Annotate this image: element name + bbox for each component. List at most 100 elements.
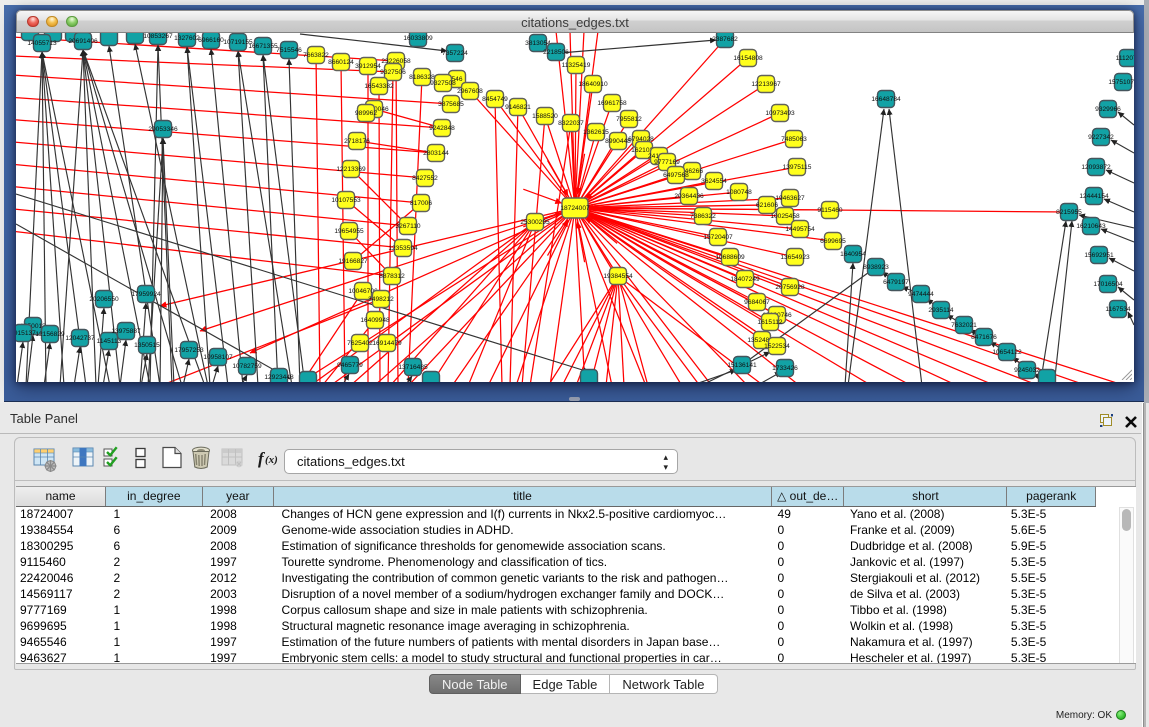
svg-text:7357224: 7357224	[442, 50, 468, 57]
svg-text:8454749: 8454749	[482, 96, 508, 103]
svg-text:10782759: 10782759	[232, 363, 262, 370]
svg-text:15720407: 15720407	[703, 234, 733, 241]
svg-text:18407249: 18407249	[730, 276, 760, 283]
svg-text:1615112: 1615112	[757, 319, 783, 326]
svg-text:13654923: 13654923	[780, 254, 810, 261]
svg-text:6966160: 6966160	[198, 37, 224, 44]
svg-text:14495754: 14495754	[785, 226, 815, 233]
svg-text:14055713: 14055713	[27, 40, 57, 47]
svg-text:2935114: 2935114	[928, 307, 954, 314]
svg-text:16543382: 16543382	[364, 83, 394, 90]
svg-text:12923448: 12923448	[264, 374, 294, 381]
svg-text:10688609: 10688609	[715, 254, 745, 261]
svg-text:3498212: 3498212	[368, 296, 394, 303]
svg-text:15692951: 15692951	[1084, 252, 1114, 259]
svg-text:12093872: 12093872	[1081, 164, 1111, 171]
svg-text:20364436: 20364436	[674, 193, 704, 200]
svg-text:3624554: 3624554	[701, 178, 727, 185]
svg-text:8660124: 8660124	[328, 59, 354, 66]
svg-text:7625402: 7625402	[347, 340, 373, 347]
svg-text:12156829: 12156829	[35, 331, 65, 338]
svg-text:7386322: 7386322	[690, 213, 716, 220]
svg-text:9227342: 9227342	[1088, 134, 1114, 141]
svg-text:16648784: 16648784	[871, 96, 901, 103]
svg-text:15751074: 15751074	[1108, 79, 1134, 86]
svg-text:20053346: 20053346	[148, 126, 178, 133]
svg-text:9115460: 9115460	[817, 207, 843, 214]
svg-text:10025458: 10025458	[770, 213, 800, 220]
svg-text:16671355: 16671355	[248, 43, 278, 50]
svg-text:19654955: 19654955	[334, 228, 364, 235]
svg-text:3267110: 3267110	[395, 223, 421, 230]
svg-text:12213967: 12213967	[751, 81, 781, 88]
svg-text:9327506: 9327506	[380, 69, 406, 76]
svg-text:9474444: 9474444	[908, 291, 934, 298]
svg-text:16033809: 16033809	[403, 35, 433, 42]
svg-text:17016504: 17016504	[1093, 281, 1123, 288]
svg-text:7515546: 7515546	[276, 47, 302, 54]
svg-text:6497568: 6497568	[663, 172, 689, 179]
svg-text:1362615: 1362615	[583, 129, 609, 136]
svg-text:20691406: 20691406	[68, 38, 98, 45]
svg-text:12213369: 12213369	[336, 166, 366, 173]
svg-text:9329966: 9329966	[1095, 106, 1121, 113]
svg-text:6479197: 6479197	[883, 279, 909, 286]
svg-text:10958107: 10958107	[203, 354, 233, 361]
svg-text:1588520: 1588520	[532, 113, 558, 120]
svg-text:9245032: 9245032	[1014, 367, 1040, 374]
svg-text:19463627: 19463627	[775, 195, 805, 202]
svg-text:817006: 817006	[410, 200, 432, 207]
svg-text:9684067: 9684067	[744, 299, 770, 306]
svg-text:17957253: 17957253	[174, 347, 204, 354]
svg-text:20756928: 20756928	[775, 284, 805, 291]
svg-text:3875685: 3875685	[438, 101, 464, 108]
svg-text:18640910: 18640910	[578, 81, 608, 88]
svg-text:8878312: 8878312	[379, 273, 405, 280]
svg-text:1522534: 1522534	[764, 343, 790, 350]
svg-text:12042737: 12042737	[65, 335, 95, 342]
svg-text:(x): (x)	[265, 454, 278, 466]
svg-text:2718176: 2718176	[344, 138, 370, 145]
svg-text:10654122: 10654122	[992, 349, 1022, 356]
svg-text:10853267: 10853267	[143, 33, 173, 40]
svg-text:13716485: 13716485	[398, 364, 428, 371]
svg-text:16409948: 16409948	[360, 317, 390, 324]
svg-text:15136141: 15136141	[727, 362, 757, 369]
svg-text:11325419: 11325419	[562, 62, 591, 69]
svg-text:16961758: 16961758	[597, 100, 627, 107]
svg-text:7955812: 7955812	[616, 116, 642, 123]
svg-text:10107553: 10107553	[331, 197, 361, 204]
svg-text:19166827: 19166827	[338, 258, 368, 265]
svg-text:8215955: 8215955	[1056, 209, 1082, 216]
svg-text:6699695: 6699695	[820, 238, 846, 245]
svg-text:2803144: 2803144	[423, 150, 449, 157]
svg-text:9242848: 9242848	[429, 125, 455, 132]
svg-text:12353594: 12353594	[388, 245, 418, 252]
svg-text:13975115: 13975115	[783, 164, 812, 171]
svg-text:1350515: 1350515	[134, 342, 160, 349]
svg-text:1167534: 1167534	[1105, 306, 1131, 313]
svg-text:16914479: 16914479	[372, 340, 402, 347]
svg-text:25300295: 25300295	[520, 219, 550, 226]
svg-text:3912954: 3912954	[355, 63, 381, 70]
svg-text:9327508: 9327508	[430, 80, 456, 87]
svg-text:2387682: 2387682	[712, 36, 738, 43]
svg-text:13975887: 13975887	[111, 328, 141, 335]
svg-text:9146821: 9146821	[505, 104, 531, 111]
svg-text:18724007: 18724007	[560, 205, 590, 212]
svg-text:1145113: 1145113	[97, 338, 122, 345]
svg-text:17959924: 17959924	[131, 291, 161, 298]
svg-text:1640954: 1640954	[840, 251, 866, 258]
svg-text:7663822: 7663822	[303, 52, 329, 59]
svg-text:1327602: 1327602	[174, 35, 200, 42]
svg-text:9777169: 9777169	[654, 159, 680, 166]
svg-text:989962: 989962	[355, 110, 377, 117]
svg-text:1080748: 1080748	[726, 189, 752, 196]
svg-text:12444154: 12444154	[1079, 193, 1109, 200]
svg-text:8938923: 8938923	[863, 264, 889, 271]
svg-text:8322037: 8322037	[558, 120, 584, 127]
svg-text:1112074: 1112074	[1116, 55, 1134, 62]
svg-text:3915137: 3915137	[16, 330, 36, 337]
svg-text:7632021: 7632021	[951, 322, 977, 329]
svg-text:8471676: 8471676	[971, 334, 997, 341]
